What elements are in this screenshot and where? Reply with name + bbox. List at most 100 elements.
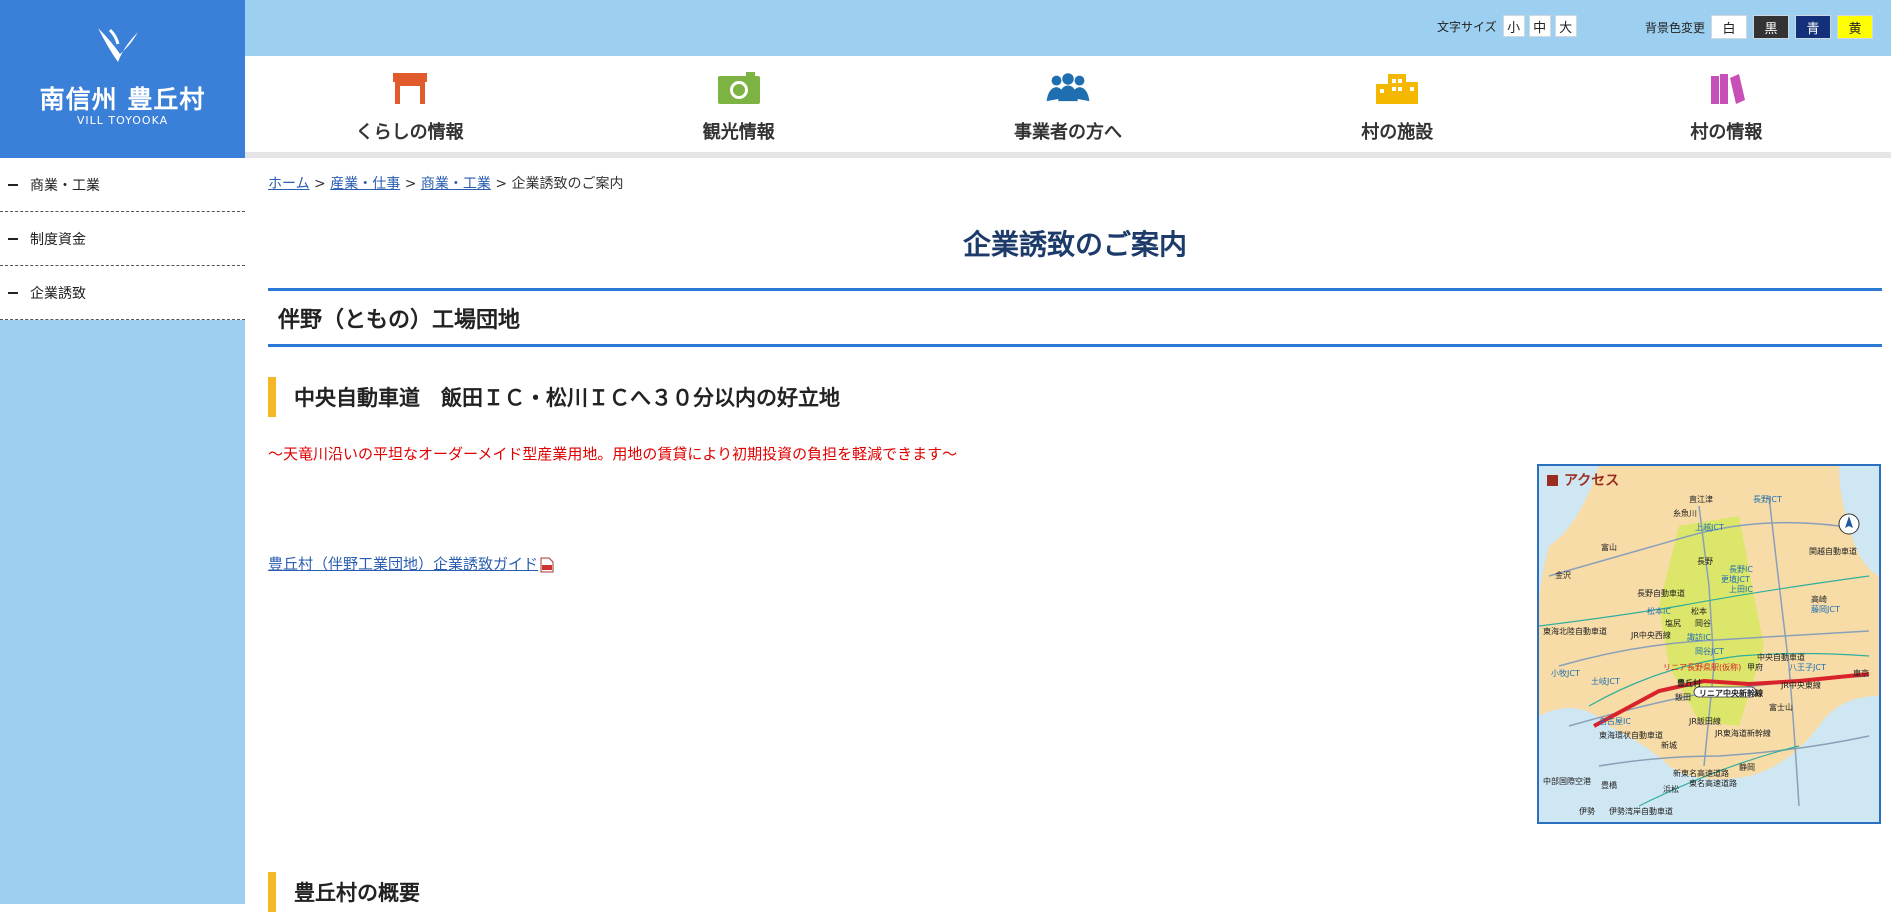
sidebar-menu: 商業・工業 制度資金 企業誘致: [0, 158, 245, 320]
map-label: 塩尻: [1665, 619, 1681, 628]
sidebar-item-label: 企業誘致: [30, 285, 86, 302]
book-icon: [1711, 74, 1746, 104]
map-label: 富山: [1601, 543, 1617, 552]
access-map[interactable]: アクセス 直江津 長野JCT 糸魚川 上越JCT 富山 長野 長野IC 金沢 更…: [1537, 464, 1881, 824]
heading-accent-bar: [268, 377, 276, 417]
map-label: 松本IC: [1647, 607, 1671, 616]
map-label: 八王子JCT: [1789, 663, 1826, 672]
breadcrumb-current: 企業誘致のご案内: [511, 176, 624, 192]
map-label: リニア長野県駅(仮称): [1663, 663, 1742, 672]
map-label: JR中央東線: [1781, 681, 1821, 690]
guide-link-text: 豊丘村（伴野工業団地）企業誘致ガイド: [268, 555, 539, 573]
map-title-marker-icon: [1547, 474, 1558, 486]
bg-blue-button[interactable]: 青: [1795, 15, 1832, 39]
bg-yellow-button[interactable]: 黄: [1837, 15, 1874, 39]
main-content: ホーム > 産業・仕事 > 商業・工業 > 企業誘致のご案内 企業誘致のご案内 …: [268, 160, 1882, 912]
site-logo[interactable]: 南信州 豊丘村 VILL TOYOOKA: [0, 0, 245, 158]
map-label: 飯田: [1675, 693, 1691, 702]
breadcrumb-home-link[interactable]: ホーム: [268, 176, 310, 192]
bg-white-button[interactable]: 白: [1711, 15, 1748, 39]
sidebar-item-label: 商業・工業: [30, 177, 100, 194]
map-label: 小牧JCT: [1551, 669, 1580, 678]
map-label: 豊橋: [1601, 781, 1617, 790]
map-label: 東海環状自動車道: [1599, 731, 1663, 740]
map-label: 長野JCT: [1753, 495, 1782, 504]
bg-black-button[interactable]: 黒: [1753, 15, 1790, 39]
map-label: JR東海道新幹線: [1715, 729, 1771, 738]
nav-village-info[interactable]: 村の情報: [1562, 56, 1891, 152]
map-label: 上越JCT: [1695, 523, 1724, 532]
house-icon: [392, 73, 427, 104]
page-title: 企業誘致のご案内: [962, 228, 1187, 261]
map-label: 東名高速道路: [1689, 779, 1737, 788]
breadcrumb-commerce-link[interactable]: 商業・工業: [421, 176, 491, 192]
map-label: JR飯田線: [1689, 717, 1721, 726]
map-label: 諏訪IC: [1687, 633, 1711, 642]
subheading: 豊丘村の概要: [268, 872, 868, 912]
map-label: 関越自動車道: [1809, 547, 1857, 556]
breadcrumb: ホーム > 産業・仕事 > 商業・工業 > 企業誘致のご案内: [268, 173, 1882, 193]
village-logo-mark-icon: [98, 28, 138, 62]
dash-icon: [8, 183, 18, 186]
breadcrumb-industry-link[interactable]: 産業・仕事: [330, 176, 400, 192]
map-label: 直江津: [1689, 495, 1713, 504]
dash-icon: [8, 237, 18, 240]
map-title: アクセス: [1547, 470, 1619, 490]
nav-label: くらしの情報: [355, 122, 464, 143]
map-label: 豊丘村: [1677, 679, 1701, 688]
pdf-icon: [540, 557, 554, 572]
heading-accent-bar: [268, 872, 276, 912]
map-title-text: アクセス: [1564, 473, 1620, 489]
nav-label: 観光情報: [702, 122, 775, 143]
nav-business[interactable]: 事業者の方へ: [903, 56, 1232, 152]
sidebar-item-funding[interactable]: 制度資金: [0, 212, 245, 266]
sidebar-item-label: 制度資金: [30, 231, 86, 248]
font-size-large-button[interactable]: 大: [1554, 15, 1577, 37]
map-label: 長野: [1697, 557, 1713, 566]
map-label: 新城: [1661, 741, 1677, 750]
section-heading: 伴野（ともの）工場団地: [268, 288, 1882, 347]
map-label: 金沢: [1555, 571, 1571, 580]
background-color-controls: 背景色変更 白 黒 青 黄: [1645, 15, 1879, 39]
map-label: 藤岡JCT: [1811, 605, 1840, 614]
breadcrumb-separator: >: [404, 176, 417, 192]
map-label: 伊勢: [1579, 807, 1595, 816]
building-icon: [1376, 74, 1419, 104]
font-size-medium-button[interactable]: 中: [1528, 15, 1551, 37]
map-label: 土岐JCT: [1591, 677, 1620, 686]
font-size-controls: 文字サイズ 小 中 大: [1437, 15, 1581, 37]
nav-facilities[interactable]: 村の施設: [1233, 56, 1562, 152]
nav-tourism[interactable]: 観光情報: [574, 56, 903, 152]
map-label: 松本: [1691, 607, 1707, 616]
camera-icon: [717, 72, 760, 104]
people-icon: [1046, 73, 1090, 102]
map-label: 甲府: [1747, 663, 1763, 672]
sidebar-item-commerce[interactable]: 商業・工業: [0, 158, 245, 212]
font-size-small-button[interactable]: 小: [1502, 15, 1525, 37]
nav-label: 村の情報: [1690, 122, 1763, 143]
left-column: 南信州 豊丘村 VILL TOYOOKA 商業・工業 制度資金 企業誘致: [0, 0, 245, 904]
guide-pdf-link[interactable]: 豊丘村（伴野工業団地）企業誘致ガイド: [268, 553, 554, 574]
font-size-label: 文字サイズ: [1437, 19, 1497, 34]
breadcrumb-separator: >: [314, 176, 326, 192]
map-label: 伊勢湾岸自動車道: [1609, 807, 1673, 816]
map-label: 中部国際空港: [1543, 777, 1591, 786]
subheading: 中央自動車道 飯田ＩＣ・松川ＩＣへ３０分以内の好立地: [268, 377, 1882, 417]
site-name: 南信州 豊丘村: [39, 85, 206, 114]
map-label: 名古屋IC: [1599, 717, 1631, 726]
global-navigation: くらしの情報 観光情報 事業者の方へ 村の施設 村の情報: [245, 56, 1891, 158]
utility-bar: 文字サイズ 小 中 大 背景色変更 白 黒 青 黄: [245, 0, 1891, 56]
nav-label: 事業者の方へ: [1014, 122, 1122, 143]
sidebar-item-invitation[interactable]: 企業誘致: [0, 266, 245, 320]
background-color-label: 背景色変更: [1645, 20, 1706, 35]
lead-text: ～天竜川沿いの平坦なオーダーメイド型産業用地。用地の賃貸により初期投資の負担を軽…: [268, 445, 958, 463]
map-label: 静岡: [1739, 763, 1755, 772]
nav-living-info[interactable]: くらしの情報: [245, 56, 574, 152]
map-label: 東海北陸自動車道: [1543, 627, 1607, 636]
subheading-text: 豊丘村の概要: [294, 881, 420, 905]
map-label: 東京: [1853, 669, 1869, 678]
map-label: 長野自動車道: [1637, 589, 1685, 598]
breadcrumb-separator: >: [495, 176, 508, 192]
nav-label: 村の施設: [1361, 122, 1434, 143]
dash-icon: [8, 291, 18, 294]
